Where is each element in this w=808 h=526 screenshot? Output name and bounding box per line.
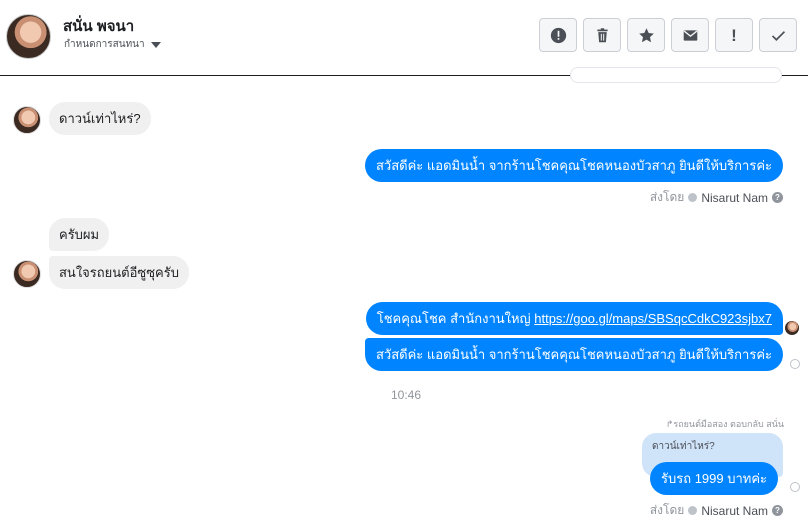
sent-status-icon [790,482,800,492]
contact-name[interactable]: สนั่น พจนา [63,14,134,38]
help-icon[interactable]: ? [772,505,783,516]
outgoing-message[interactable]: รับรถ 1999 บาทค่ะ [650,462,779,495]
caret-down-icon [150,41,161,48]
sender-name[interactable]: Nisarut Nam [701,504,768,518]
report-button[interactable] [539,18,577,52]
sent-by-label: ส่งโดย Nisarut Nam ? [650,188,783,207]
outgoing-message[interactable]: สวัสดีค่ะ แอดมินน้ำ จากร้านโชคคุณโชคหนอง… [364,338,783,371]
mark-unread-button[interactable] [671,18,709,52]
envelope-icon [683,29,697,41]
conversation-toolbar: ! [539,18,797,52]
done-button[interactable] [759,18,797,52]
incoming-message[interactable]: สนใจรถยนต์อีซูซุครับ [49,256,189,289]
alert-circle-icon [550,27,566,43]
exclamation-icon: ! [731,25,737,45]
checkmark-icon [771,30,785,41]
verified-icon [688,506,698,515]
sent-by-label: ส่งโดย Nisarut Nam ? [650,501,783,520]
contact-avatar-small[interactable] [13,260,41,288]
manage-conversation-label: กำหนดการสนทนา [64,39,145,50]
manage-conversation-dropdown[interactable]: กำหนดการสนทนา [64,37,161,52]
sent-by-prefix: ส่งโดย [649,503,685,517]
outgoing-message[interactable]: โชคคุณโชค สำนักงานใหญ่ https://goo.gl/ma… [365,302,783,335]
message-text: โชคคุณโชค สำนักงานใหญ่ [376,311,535,326]
message-thread: ดาวน์เท่าไหร่? สวัสดีค่ะ แอดมินน้ำ จากร้… [0,67,808,526]
incoming-message[interactable]: ดาวน์เท่าไหร่? [49,102,151,135]
verified-icon [688,193,698,202]
trash-icon [596,27,608,42]
incoming-message[interactable]: ครับผม [49,218,110,251]
star-button[interactable] [627,18,665,52]
sent-by-prefix: ส่งโดย [649,190,685,204]
timestamp: 10:46 [391,388,422,402]
contact-avatar[interactable] [6,14,51,59]
conversation-header: สนั่น พจนา กำหนดการสนทนา ! [0,0,808,76]
previous-message-edge [570,67,782,83]
contact-avatar-small[interactable] [13,106,41,134]
seen-avatar [785,321,799,335]
spam-button[interactable]: ! [715,18,753,52]
delete-button[interactable] [583,18,621,52]
outgoing-message[interactable]: สวัสดีค่ะ แอดมินน้ำ จากร้านโชคคุณโชคหนอง… [364,149,783,182]
sent-status-icon [790,359,800,369]
reply-label: ↱รถยนต์มือสอง ตอบกลับ สนั่น [665,419,784,429]
sender-name[interactable]: Nisarut Nam [701,191,768,205]
maps-link[interactable]: https://goo.gl/maps/SBSqcCdkC923sjbx7 [534,311,772,326]
star-icon [638,27,654,42]
help-icon[interactable]: ? [772,192,783,203]
